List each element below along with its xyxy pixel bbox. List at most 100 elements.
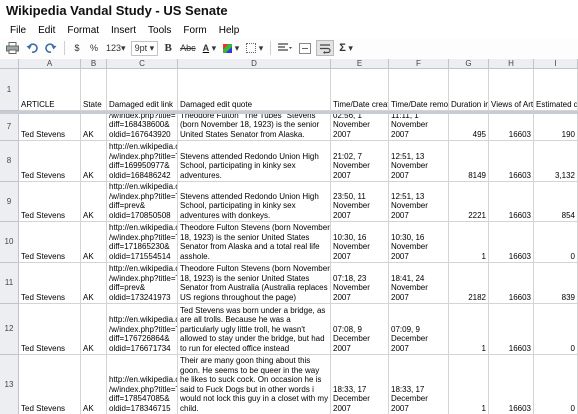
cell-d[interactable]: Stevens attended Redondo Union High Scho… [178,182,331,222]
currency-format-button[interactable]: $ [70,40,84,56]
menu-file[interactable]: File [4,25,32,36]
column-header-i[interactable]: I [534,59,578,69]
menu-format[interactable]: Format [61,25,105,36]
cell-c[interactable]: /w/index.php?title=T diff=168438600& old… [107,114,178,141]
cell-h[interactable]: 16603 [489,304,534,355]
cell-e[interactable]: 02:56, 1 November 2007 [331,114,389,141]
cell-b[interactable]: AK [81,141,107,182]
cell-e[interactable]: 10:30, 16 November 2007 [331,222,389,263]
column-header-a[interactable]: A [19,59,81,69]
number-format-dropdown[interactable]: 123 ▾ [104,40,128,56]
cell-e[interactable]: 21:02, 7 November 2007 [331,141,389,182]
cell-i[interactable]: 190 [534,114,578,141]
merge-cells-button[interactable] [297,40,313,56]
column-header-d[interactable]: D [178,59,331,69]
text-color-button[interactable]: A ▾ [201,40,219,56]
cell-c[interactable]: http://en.wikipedia.c /w/index.php?title… [107,355,178,414]
align-button[interactable] [276,40,294,56]
percent-format-button[interactable]: % [87,40,101,56]
borders-button[interactable]: ▾ [244,40,265,56]
row-number[interactable]: 1 [0,69,19,111]
cell-d[interactable]: Theodore Fulton Stevens (born November 1… [178,222,331,263]
cell-h[interactable]: Views of Article (Jan. 2008) [489,69,534,111]
column-header-g[interactable]: G [449,59,489,69]
cell-f[interactable]: 11:11, 1 November 2007 [389,114,449,141]
column-header-e[interactable]: E [331,59,389,69]
cell-d[interactable]: Theodore Fulton "The Tubes" Stevens (bor… [178,114,331,141]
cell-i[interactable]: 839 [534,263,578,304]
select-all-corner[interactable] [0,59,19,69]
menu-edit[interactable]: Edit [32,25,61,36]
cell-a[interactable]: ARTICLE [19,69,81,111]
cell-a[interactable]: Ted Stevens [19,222,81,263]
cell-d[interactable]: Their are many goon thing about this goo… [178,355,331,414]
cell-d[interactable]: Ted Stevens was born under a bridge, as … [178,304,331,355]
cell-g[interactable]: 1 [449,304,489,355]
menu-form[interactable]: Form [177,25,212,36]
cell-a[interactable]: Ted Stevens [19,355,81,414]
bold-button[interactable]: B [161,40,175,56]
strikethrough-button[interactable]: Abc [178,40,198,56]
cell-f[interactable]: 07:09, 9 December 2007 [389,304,449,355]
column-header-b[interactable]: B [81,59,107,69]
cell-g[interactable]: 2221 [449,182,489,222]
row-number[interactable]: 7 [0,114,19,141]
cell-g[interactable]: Duration in minutes [449,69,489,111]
fill-color-button[interactable]: ▾ [221,40,241,56]
redo-icon[interactable] [43,40,59,56]
wrap-text-button[interactable] [316,40,335,56]
cell-b[interactable]: AK [81,355,107,414]
column-header-c[interactable]: C [107,59,178,69]
cell-d[interactable]: Stevens attended Redondo Union High Scho… [178,141,331,182]
cell-a[interactable]: Ted Stevens [19,304,81,355]
cell-h[interactable]: 16603 [489,182,534,222]
menu-help[interactable]: Help [213,25,246,36]
cell-i[interactable]: 0 [534,304,578,355]
cell-d[interactable]: Theodore Fulton Stevens (born November 1… [178,263,331,304]
column-header-f[interactable]: F [389,59,449,69]
cell-g[interactable]: 1 [449,355,489,414]
cell-g[interactable]: 2182 [449,263,489,304]
print-icon[interactable] [4,40,21,56]
cell-h[interactable]: 16603 [489,141,534,182]
cell-h[interactable]: 16603 [489,114,534,141]
cell-b[interactable]: AK [81,263,107,304]
cell-b[interactable]: AK [81,114,107,141]
cell-f[interactable]: Time/Date removed [389,69,449,111]
cell-g[interactable]: 1 [449,222,489,263]
cell-f[interactable]: 12:51, 13 November 2007 [389,182,449,222]
cell-i[interactable]: 854 [534,182,578,222]
cell-h[interactable]: 16603 [489,222,534,263]
undo-icon[interactable] [24,40,40,56]
cell-e[interactable]: 07:08, 9 December 2007 [331,304,389,355]
cell-f[interactable]: 12:51, 13 November 2007 [389,141,449,182]
row-number[interactable]: 8 [0,141,19,182]
cell-e[interactable]: 18:33, 17 December 2007 [331,355,389,414]
cell-g[interactable]: 495 [449,114,489,141]
cell-a[interactable]: Ted Stevens [19,263,81,304]
row-number[interactable]: 10 [0,222,19,263]
row-number[interactable]: 9 [0,182,19,222]
cell-b[interactable]: State [81,69,107,111]
cell-b[interactable]: AK [81,182,107,222]
cell-c[interactable]: http://en.wikipedia.c /w/index.php?title… [107,263,178,304]
cell-c[interactable]: http://en.wikipedia.c /w/index.php?title… [107,222,178,263]
column-header-h[interactable]: H [489,59,534,69]
cell-c[interactable]: http://en.wikipedia.c /w/index.php?title… [107,141,178,182]
cell-h[interactable]: 16603 [489,263,534,304]
row-number[interactable]: 12 [0,304,19,355]
cell-a[interactable]: Ted Stevens [19,182,81,222]
cell-h[interactable]: 16603 [489,355,534,414]
cell-e[interactable]: 07:18, 23 November 2007 [331,263,389,304]
cell-i[interactable]: 3,132 [534,141,578,182]
cell-c[interactable]: http://en.wikipedia.c /w/index.php?title… [107,182,178,222]
menu-tools[interactable]: Tools [142,25,177,36]
font-size-select[interactable]: 9pt ▾ [130,40,159,56]
cell-a[interactable]: Ted Stevens [19,141,81,182]
functions-button[interactable]: Σ ▾ [337,40,355,56]
cell-e[interactable]: 23:50, 11 November 2007 [331,182,389,222]
cell-a[interactable]: Ted Stevens [19,114,81,141]
row-number[interactable]: 11 [0,263,19,304]
cell-g[interactable]: 8149 [449,141,489,182]
menu-insert[interactable]: Insert [105,25,142,36]
